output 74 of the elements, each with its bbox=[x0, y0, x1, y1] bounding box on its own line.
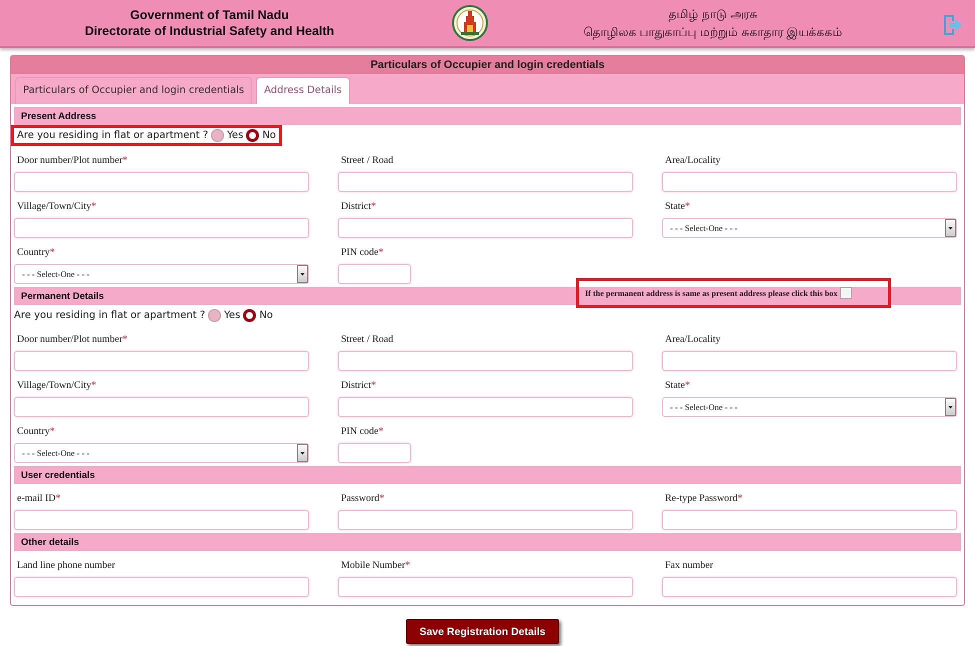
field-label: Country* bbox=[17, 246, 55, 259]
field-label: Street / Road bbox=[341, 154, 394, 167]
field-label: Village/Town/City* bbox=[17, 200, 96, 213]
field-label: Door number/Plot number* bbox=[17, 154, 128, 167]
header-title: Government of Tamil Nadu bbox=[130, 7, 289, 23]
field-label: Village/Town/City* bbox=[17, 379, 96, 392]
field-label: District* bbox=[341, 379, 376, 392]
logout-icon[interactable] bbox=[941, 14, 963, 36]
radio-button[interactable] bbox=[211, 129, 224, 142]
checkbox[interactable] bbox=[840, 287, 852, 299]
radio-label: No bbox=[262, 130, 276, 141]
caret-icon[interactable] bbox=[945, 398, 956, 416]
input-field[interactable] bbox=[338, 510, 633, 530]
header-title: தமிழ் நாடு அரசு bbox=[668, 6, 758, 23]
radio-label: Yes bbox=[224, 310, 240, 321]
field-label: Area/Locality bbox=[665, 154, 721, 167]
caret-icon[interactable] bbox=[297, 444, 308, 462]
radio-button[interactable] bbox=[246, 129, 260, 142]
input-field[interactable] bbox=[338, 218, 633, 238]
field-label: Re-type Password* bbox=[665, 492, 742, 505]
input-field[interactable] bbox=[662, 510, 957, 530]
field-label: State* bbox=[665, 200, 690, 213]
input-field[interactable] bbox=[14, 397, 309, 417]
input-field[interactable] bbox=[338, 443, 411, 463]
field-label: PIN code* bbox=[341, 246, 384, 259]
caret-icon[interactable] bbox=[945, 219, 956, 237]
field-label: PIN code* bbox=[341, 425, 384, 438]
dropdown[interactable]: - - - Select-One - - - bbox=[662, 218, 957, 238]
dropdown[interactable]: - - - Select-One - - - bbox=[662, 397, 957, 417]
caret-icon[interactable] bbox=[297, 265, 308, 283]
field-label: District* bbox=[341, 200, 376, 213]
header-title: தொழிலக பாதுகாப்பு மற்றும் சுகாதார இயக்ககம் bbox=[583, 24, 843, 41]
field-label: Mobile Number* bbox=[341, 559, 410, 572]
field-label: Street / Road bbox=[341, 333, 394, 346]
field-label: Door number/Plot number* bbox=[17, 333, 128, 346]
input-field[interactable] bbox=[338, 577, 633, 597]
section-title: Other details bbox=[21, 536, 80, 548]
section-title: Present Address bbox=[21, 110, 96, 122]
panel-title: Particulars of Occupier and login credentials bbox=[11, 56, 964, 74]
field-label: Land line phone number bbox=[17, 559, 116, 572]
input-field[interactable] bbox=[338, 397, 633, 417]
section-title: Permanent Details bbox=[21, 290, 104, 302]
field-label: Country* bbox=[17, 425, 55, 438]
radio-button[interactable] bbox=[243, 309, 256, 322]
input-field[interactable] bbox=[662, 577, 957, 597]
radio-label: Yes bbox=[227, 130, 244, 141]
field-label: Fax number bbox=[665, 559, 714, 572]
tab[interactable]: Address Details bbox=[256, 77, 350, 104]
dropdown[interactable]: - - - Select-One - - - bbox=[14, 264, 309, 284]
question-label: Are you residing in flat or apartment ? bbox=[17, 130, 208, 141]
input-field[interactable] bbox=[338, 172, 633, 192]
checkbox-label: If the permanent address is same as present address please click this box bbox=[585, 288, 838, 298]
input-field[interactable] bbox=[338, 264, 411, 284]
field-label: Password* bbox=[341, 492, 384, 505]
input-field[interactable] bbox=[338, 351, 633, 371]
input-field[interactable] bbox=[662, 172, 957, 192]
tab[interactable]: Particulars of Occupier and login credentials bbox=[15, 77, 252, 104]
header-title: Directorate of Industrial Safety and Health bbox=[84, 23, 334, 39]
save-button[interactable]: Save Registration Details bbox=[406, 619, 559, 644]
radio-button[interactable] bbox=[208, 309, 222, 322]
input-field[interactable] bbox=[14, 351, 309, 371]
input-field[interactable] bbox=[14, 577, 309, 597]
section-title: User credentials bbox=[21, 470, 95, 480]
radio-label: No bbox=[259, 310, 273, 321]
dropdown[interactable]: - - - Select-One - - - bbox=[14, 443, 309, 463]
field-label: e-mail ID* bbox=[17, 492, 61, 505]
input-field[interactable] bbox=[14, 510, 309, 530]
input-field[interactable] bbox=[14, 218, 309, 238]
question-label: Are you residing in flat or apartment ? bbox=[14, 310, 206, 321]
input-field[interactable] bbox=[14, 172, 309, 192]
emblem-icon bbox=[452, 4, 488, 42]
field-label: State* bbox=[665, 379, 690, 392]
input-field[interactable] bbox=[662, 351, 957, 371]
field-label: Area/Locality bbox=[665, 333, 721, 346]
